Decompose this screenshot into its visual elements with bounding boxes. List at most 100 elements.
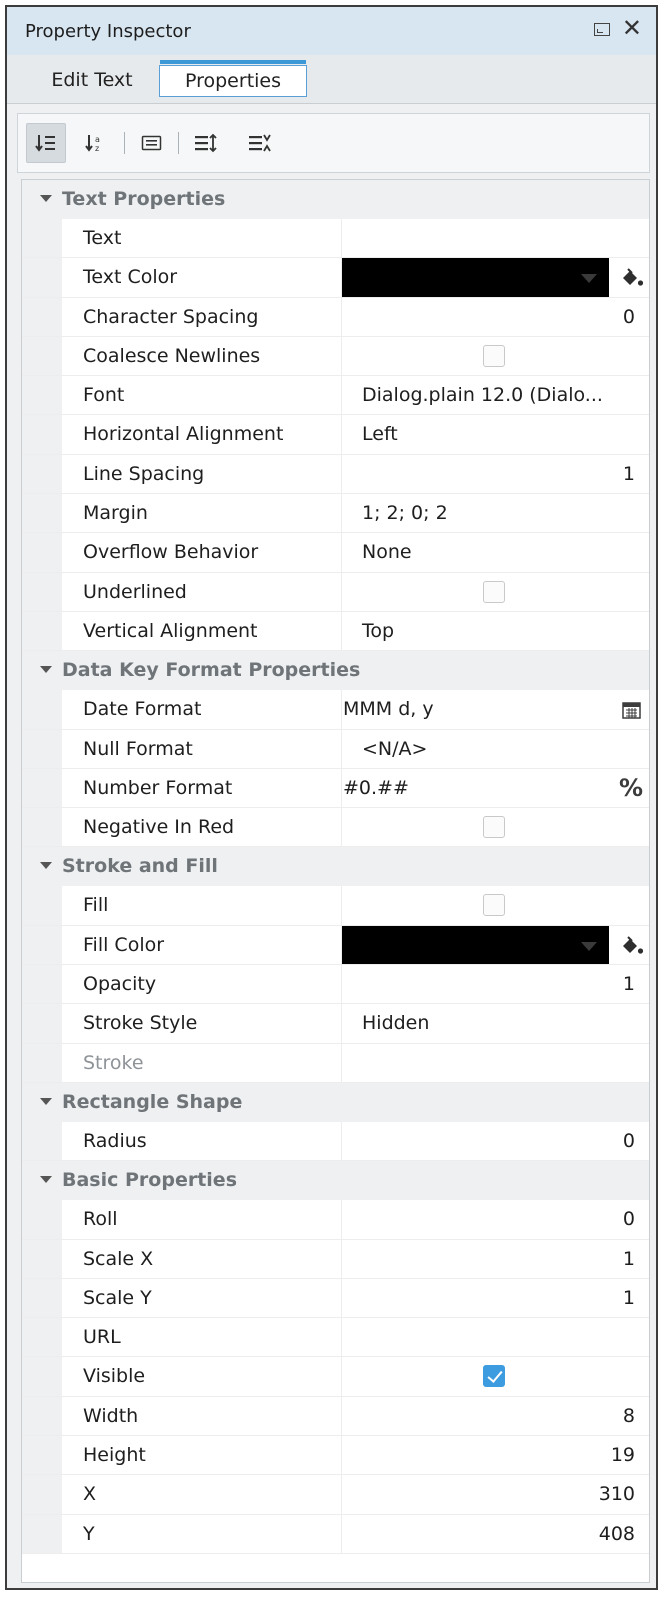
property-row[interactable]: Y 408	[22, 1514, 649, 1554]
color-swatch[interactable]	[342, 258, 609, 297]
property-value[interactable]	[342, 1044, 649, 1082]
property-checkbox[interactable]	[483, 894, 505, 917]
property-checkbox[interactable]	[483, 580, 505, 603]
property-row[interactable]: URL	[22, 1318, 649, 1358]
close-icon[interactable]: ✕	[622, 16, 642, 40]
row-gutter	[22, 1357, 62, 1396]
dropdown-arrow-icon[interactable]	[581, 941, 597, 951]
description-button[interactable]	[132, 123, 172, 163]
property-value[interactable]	[342, 886, 649, 924]
property-name: Opacity	[83, 965, 342, 1004]
property-value-text: 8	[622, 1404, 635, 1427]
property-row[interactable]: Overflow Behavior None	[22, 533, 649, 573]
sort-alphabetical-button[interactable]: a z	[76, 123, 116, 163]
property-value[interactable]: <N/A>	[342, 730, 649, 768]
property-value[interactable]: None	[342, 533, 649, 571]
property-row[interactable]: X 310	[22, 1475, 649, 1515]
property-value[interactable]: 8	[342, 1397, 649, 1435]
property-value[interactable]: Left	[342, 415, 649, 453]
property-checkbox[interactable]	[483, 344, 505, 367]
property-value[interactable]	[342, 258, 649, 297]
group-header[interactable]: Rectangle Shape	[22, 1082, 649, 1122]
tab-edit-text[interactable]: Edit Text	[29, 65, 155, 97]
tab-bar: Edit Text Properties	[7, 55, 656, 104]
group-header[interactable]: Data Key Format Properties	[22, 651, 649, 691]
paint-bucket-icon[interactable]	[619, 934, 645, 958]
property-row[interactable]: Stroke	[22, 1043, 649, 1083]
group-header[interactable]: Stroke and Fill	[22, 847, 649, 887]
property-row[interactable]: Margin 1; 2; 0; 2	[22, 494, 649, 534]
property-row[interactable]: Null Format <N/A>	[22, 729, 649, 769]
row-gutter	[22, 1239, 62, 1278]
property-value[interactable]: 0	[342, 1122, 649, 1160]
collapse-caret-icon[interactable]	[40, 666, 52, 674]
paint-bucket-icon[interactable]	[619, 266, 645, 290]
property-value[interactable]: 1	[342, 1240, 649, 1278]
property-value[interactable]: Hidden	[342, 1004, 649, 1042]
property-row[interactable]: Scale X 1	[22, 1239, 649, 1279]
property-row[interactable]: Stroke Style Hidden	[22, 1004, 649, 1044]
property-value[interactable]: 1	[342, 965, 649, 1003]
property-row[interactable]: Roll 0	[22, 1200, 649, 1240]
property-value[interactable]: Dialog.plain 12.0 (Dialo...	[342, 376, 649, 414]
property-value[interactable]	[342, 808, 649, 846]
sort-category-button[interactable]	[26, 123, 66, 163]
property-row[interactable]: Coalesce Newlines	[22, 336, 649, 377]
property-value[interactable]: 310	[342, 1475, 649, 1513]
property-row[interactable]: Visible	[22, 1357, 649, 1397]
property-name: Date Format	[83, 690, 342, 729]
calendar-icon[interactable]	[621, 700, 643, 720]
property-row[interactable]: Vertical Alignment Top	[22, 611, 649, 652]
property-row[interactable]: Width 8	[22, 1396, 649, 1437]
property-row[interactable]: Fill Color	[22, 925, 649, 966]
tab-properties[interactable]: Properties	[159, 60, 307, 97]
group-header[interactable]: Text Properties	[22, 180, 649, 219]
property-value[interactable]: 19	[342, 1436, 649, 1474]
property-row[interactable]: Horizontal Alignment Left	[22, 415, 649, 455]
property-value[interactable]	[342, 573, 649, 611]
property-value[interactable]	[342, 1357, 649, 1395]
property-value[interactable]: #0.##%	[342, 769, 649, 807]
property-row[interactable]: Negative In Red	[22, 808, 649, 848]
collapse-caret-icon[interactable]	[40, 1176, 52, 1184]
property-row[interactable]: Fill	[22, 886, 649, 926]
property-row[interactable]: Text Color	[22, 258, 649, 298]
property-row[interactable]: Opacity 1	[22, 965, 649, 1005]
property-value-text: 1	[622, 1286, 635, 1309]
property-row[interactable]: Scale Y 1	[22, 1278, 649, 1319]
property-row[interactable]: Date Format MMM d, y	[22, 690, 649, 730]
property-value[interactable]	[342, 219, 649, 257]
property-value[interactable]: 1; 2; 0; 2	[342, 494, 649, 532]
property-value[interactable]: 1	[342, 455, 649, 493]
panel-title: Property Inspector	[25, 21, 191, 42]
property-value[interactable]: 0	[342, 1200, 649, 1238]
property-row[interactable]: Line Spacing 1	[22, 454, 649, 495]
property-value[interactable]	[342, 337, 649, 375]
color-swatch[interactable]	[342, 925, 609, 965]
collapse-caret-icon[interactable]	[40, 862, 52, 870]
property-value[interactable]: MMM d, y	[342, 690, 649, 728]
restore-icon[interactable]	[594, 23, 610, 36]
property-row[interactable]: Underlined	[22, 572, 649, 612]
collapse-all-button[interactable]	[240, 123, 280, 163]
property-row[interactable]: Text	[22, 219, 649, 259]
property-checkbox[interactable]	[483, 1365, 505, 1388]
property-value[interactable]: 408	[342, 1515, 649, 1553]
property-row[interactable]: Font Dialog.plain 12.0 (Dialo...	[22, 376, 649, 416]
property-value[interactable]	[342, 1318, 649, 1356]
property-value[interactable]	[342, 925, 649, 965]
expand-all-button[interactable]	[186, 123, 226, 163]
property-row[interactable]: Height 19	[22, 1436, 649, 1476]
property-value[interactable]: 0	[342, 298, 649, 336]
property-row[interactable]: Radius 0	[22, 1121, 649, 1162]
collapse-caret-icon[interactable]	[40, 1097, 52, 1105]
property-value[interactable]: Top	[342, 612, 649, 650]
property-value[interactable]: 1	[342, 1279, 649, 1317]
group-header[interactable]: Basic Properties	[22, 1161, 649, 1201]
percent-icon[interactable]: %	[619, 769, 643, 807]
collapse-caret-icon[interactable]	[40, 195, 52, 202]
property-row[interactable]: Number Format #0.##%	[22, 768, 649, 809]
property-row[interactable]: Character Spacing 0	[22, 297, 649, 337]
property-checkbox[interactable]	[483, 816, 505, 839]
dropdown-arrow-icon[interactable]	[581, 274, 597, 284]
